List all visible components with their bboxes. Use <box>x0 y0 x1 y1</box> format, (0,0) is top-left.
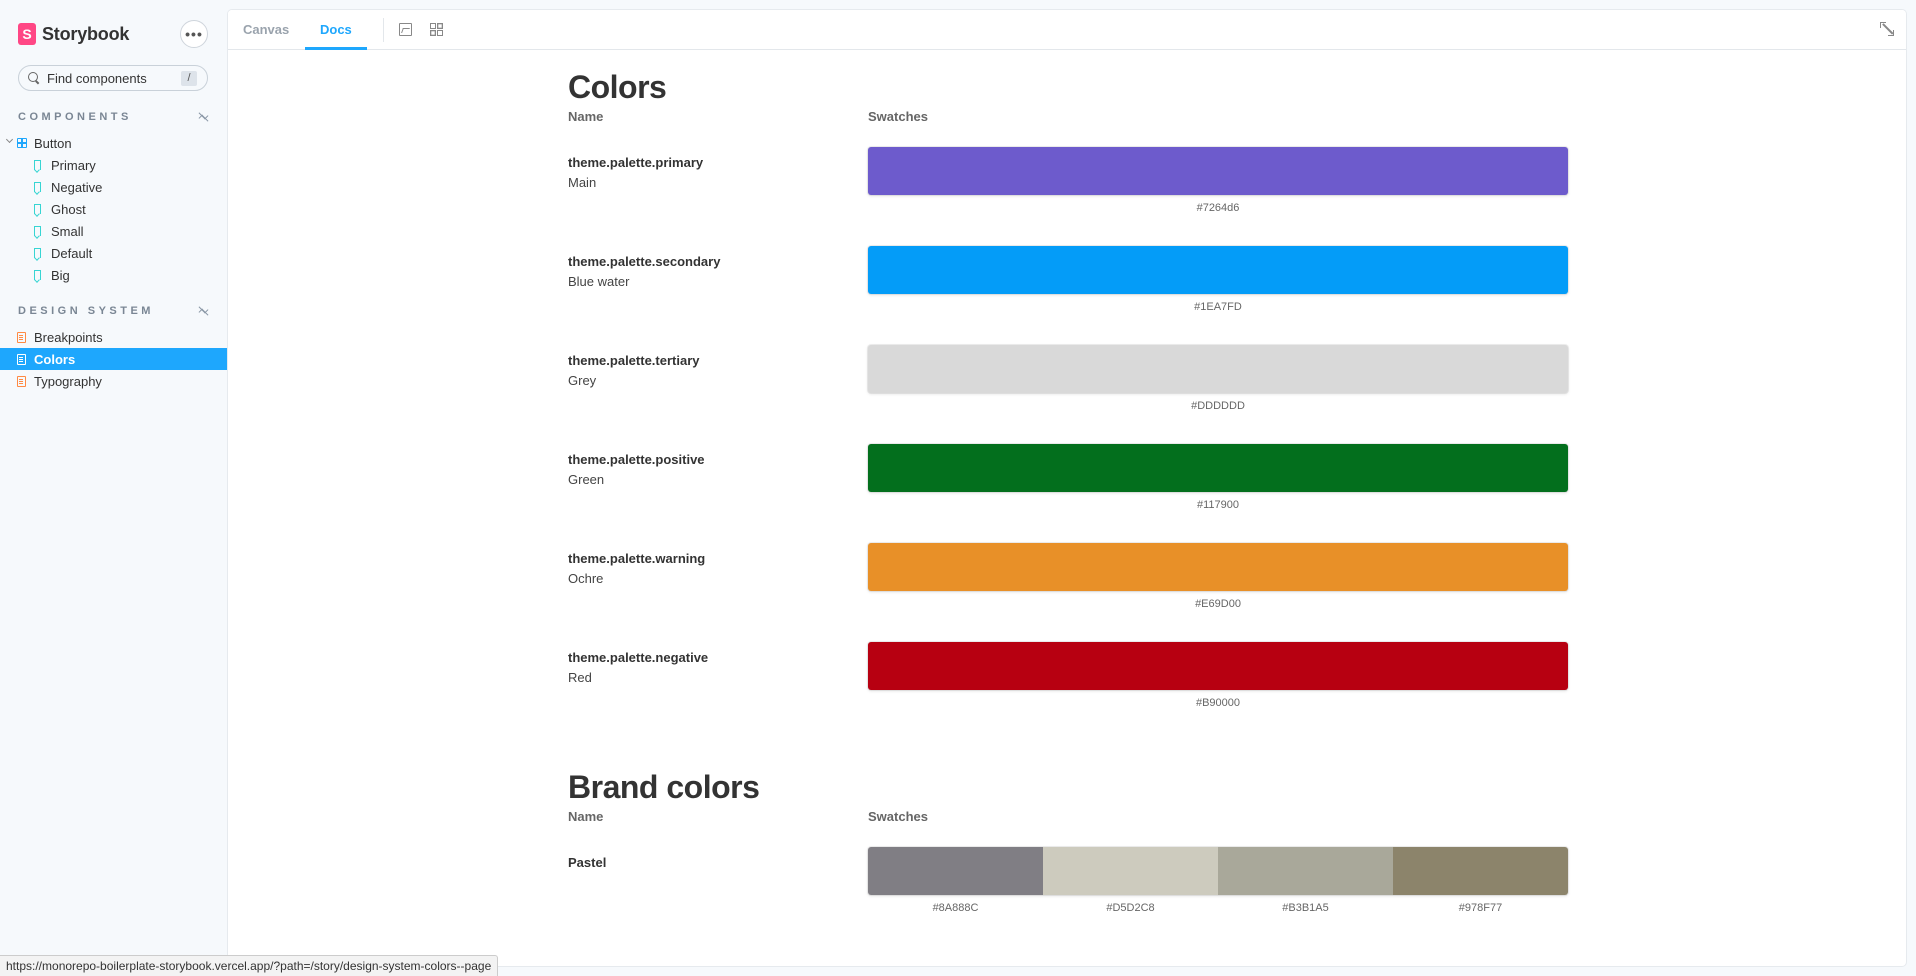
brand-swatch-strip <box>868 847 1568 895</box>
fullscreen-icon[interactable] <box>1880 22 1894 36</box>
hex-label: #117900 <box>1196 499 1239 511</box>
sidebar-item-label: Primary <box>51 157 96 173</box>
hex-label: #B90000 <box>1195 697 1241 709</box>
color-description: Red <box>568 670 592 685</box>
color-swatch <box>868 543 1568 591</box>
components-heading: COMPONENTS <box>18 111 132 123</box>
sidebar-item-label: Negative <box>51 179 103 195</box>
color-description: Blue water <box>568 274 630 289</box>
swatches-column-header: Swatches <box>868 809 928 824</box>
search-shortcut-key: / <box>181 71 197 86</box>
color-name: theme.palette.warning <box>568 551 706 566</box>
sidebar-item-label: Colors <box>34 351 76 367</box>
sidebar-item-label: Big <box>51 267 70 283</box>
color-name: Pastel <box>568 855 607 870</box>
hex-label: #7264d6 <box>1196 202 1240 214</box>
component-icon <box>17 138 27 148</box>
hex-label: #B3B1A5 <box>1282 902 1329 914</box>
color-name: theme.palette.tertiary <box>568 353 700 368</box>
status-url-bar: https://monorepo-boilerplate-storybook.v… <box>0 955 499 976</box>
document-icon <box>17 375 26 387</box>
color-swatch <box>868 847 1043 895</box>
chevron-down-icon <box>5 135 14 144</box>
hex-label: #D5D2C8 <box>1106 902 1155 914</box>
bookmark-icon <box>34 182 41 192</box>
swatches-column-header: Swatches <box>868 109 928 124</box>
sidebar-item-button[interactable]: Button <box>0 132 228 154</box>
color-swatch <box>1043 847 1218 895</box>
color-description: Green <box>568 472 605 487</box>
storybook-logo-icon: S <box>18 23 36 45</box>
bookmark-icon <box>34 226 41 236</box>
bookmark-icon <box>34 204 41 214</box>
color-swatch <box>1393 847 1568 895</box>
sidebar-item-primary[interactable]: Primary <box>0 154 228 176</box>
hex-label: #E69D00 <box>1195 598 1241 610</box>
grid-icon[interactable] <box>430 23 443 36</box>
sidebar-item-label: Button <box>34 135 72 151</box>
sidebar-item-default[interactable]: Default <box>0 242 228 264</box>
hex-label: #DDDDDD <box>1191 400 1245 412</box>
tab-canvas[interactable]: Canvas <box>243 10 289 50</box>
sidebar-item-label: Small <box>51 223 84 239</box>
collapse-icon[interactable] <box>198 112 208 122</box>
sidebar-item-breakpoints[interactable]: Breakpoints <box>0 326 228 348</box>
sidebar-item-label: Breakpoints <box>34 329 103 345</box>
color-swatch <box>868 246 1568 294</box>
collapse-icon[interactable] <box>198 306 208 316</box>
bookmark-icon <box>34 160 41 170</box>
toolbar: Canvas Docs <box>228 10 1906 50</box>
tab-docs[interactable]: Docs <box>305 10 367 50</box>
color-swatch <box>868 345 1568 393</box>
design-system-heading: DESIGN SYSTEM <box>18 305 154 317</box>
sidebar: S Storybook ••• / COMPONENTS Button Prim… <box>0 0 228 976</box>
brand-name: Storybook <box>42 23 130 44</box>
search-box[interactable]: / <box>18 65 208 91</box>
brand-colors-title: Brand colors <box>568 769 760 805</box>
color-description: Ochre <box>568 571 604 586</box>
search-icon <box>28 72 40 84</box>
sidebar-item-label: Typography <box>34 373 102 389</box>
document-icon <box>17 353 26 365</box>
sidebar-item-ghost[interactable]: Ghost <box>0 198 228 220</box>
bookmark-icon <box>34 248 41 258</box>
brand-hex-labels: #8A888C #D5D2C8 #B3B1A5 #978F77 <box>868 902 1568 914</box>
color-swatch <box>868 444 1568 492</box>
name-column-header: Name <box>568 809 604 824</box>
sidebar-item-big[interactable]: Big <box>0 264 228 286</box>
storybook-brand[interactable]: S Storybook <box>18 21 129 47</box>
sidebar-item-label: Ghost <box>51 201 86 217</box>
color-description: Main <box>568 175 597 190</box>
color-swatch <box>868 642 1568 690</box>
color-swatch <box>868 147 1568 195</box>
more-menu-button[interactable]: ••• <box>180 20 208 48</box>
toolbar-divider <box>383 18 384 42</box>
hex-label: #8A888C <box>932 902 979 914</box>
color-description: Grey <box>568 373 597 388</box>
bookmark-icon <box>34 270 41 280</box>
color-name: theme.palette.positive <box>568 452 705 467</box>
hex-label: #1EA7FD <box>1194 301 1242 313</box>
design-system-section-header: DESIGN SYSTEM <box>18 303 208 319</box>
image-icon[interactable] <box>399 23 412 36</box>
sidebar-item-label: Default <box>51 245 93 261</box>
main-panel: Canvas Docs Colors Name Swatches theme.p… <box>228 10 1906 966</box>
sidebar-item-negative[interactable]: Negative <box>0 176 228 198</box>
search-input[interactable] <box>47 70 177 86</box>
document-icon <box>17 331 26 343</box>
color-swatch <box>1218 847 1393 895</box>
color-name: theme.palette.secondary <box>568 254 721 269</box>
components-section-header: COMPONENTS <box>18 109 208 125</box>
colors-title: Colors <box>568 69 667 105</box>
sidebar-item-typography[interactable]: Typography <box>0 370 228 392</box>
color-name: theme.palette.negative <box>568 650 709 665</box>
name-column-header: Name <box>568 109 604 124</box>
sidebar-item-colors[interactable]: Colors <box>0 348 228 370</box>
sidebar-item-small[interactable]: Small <box>0 220 228 242</box>
color-name: theme.palette.primary <box>568 155 704 170</box>
hex-label: #978F77 <box>1458 902 1503 914</box>
